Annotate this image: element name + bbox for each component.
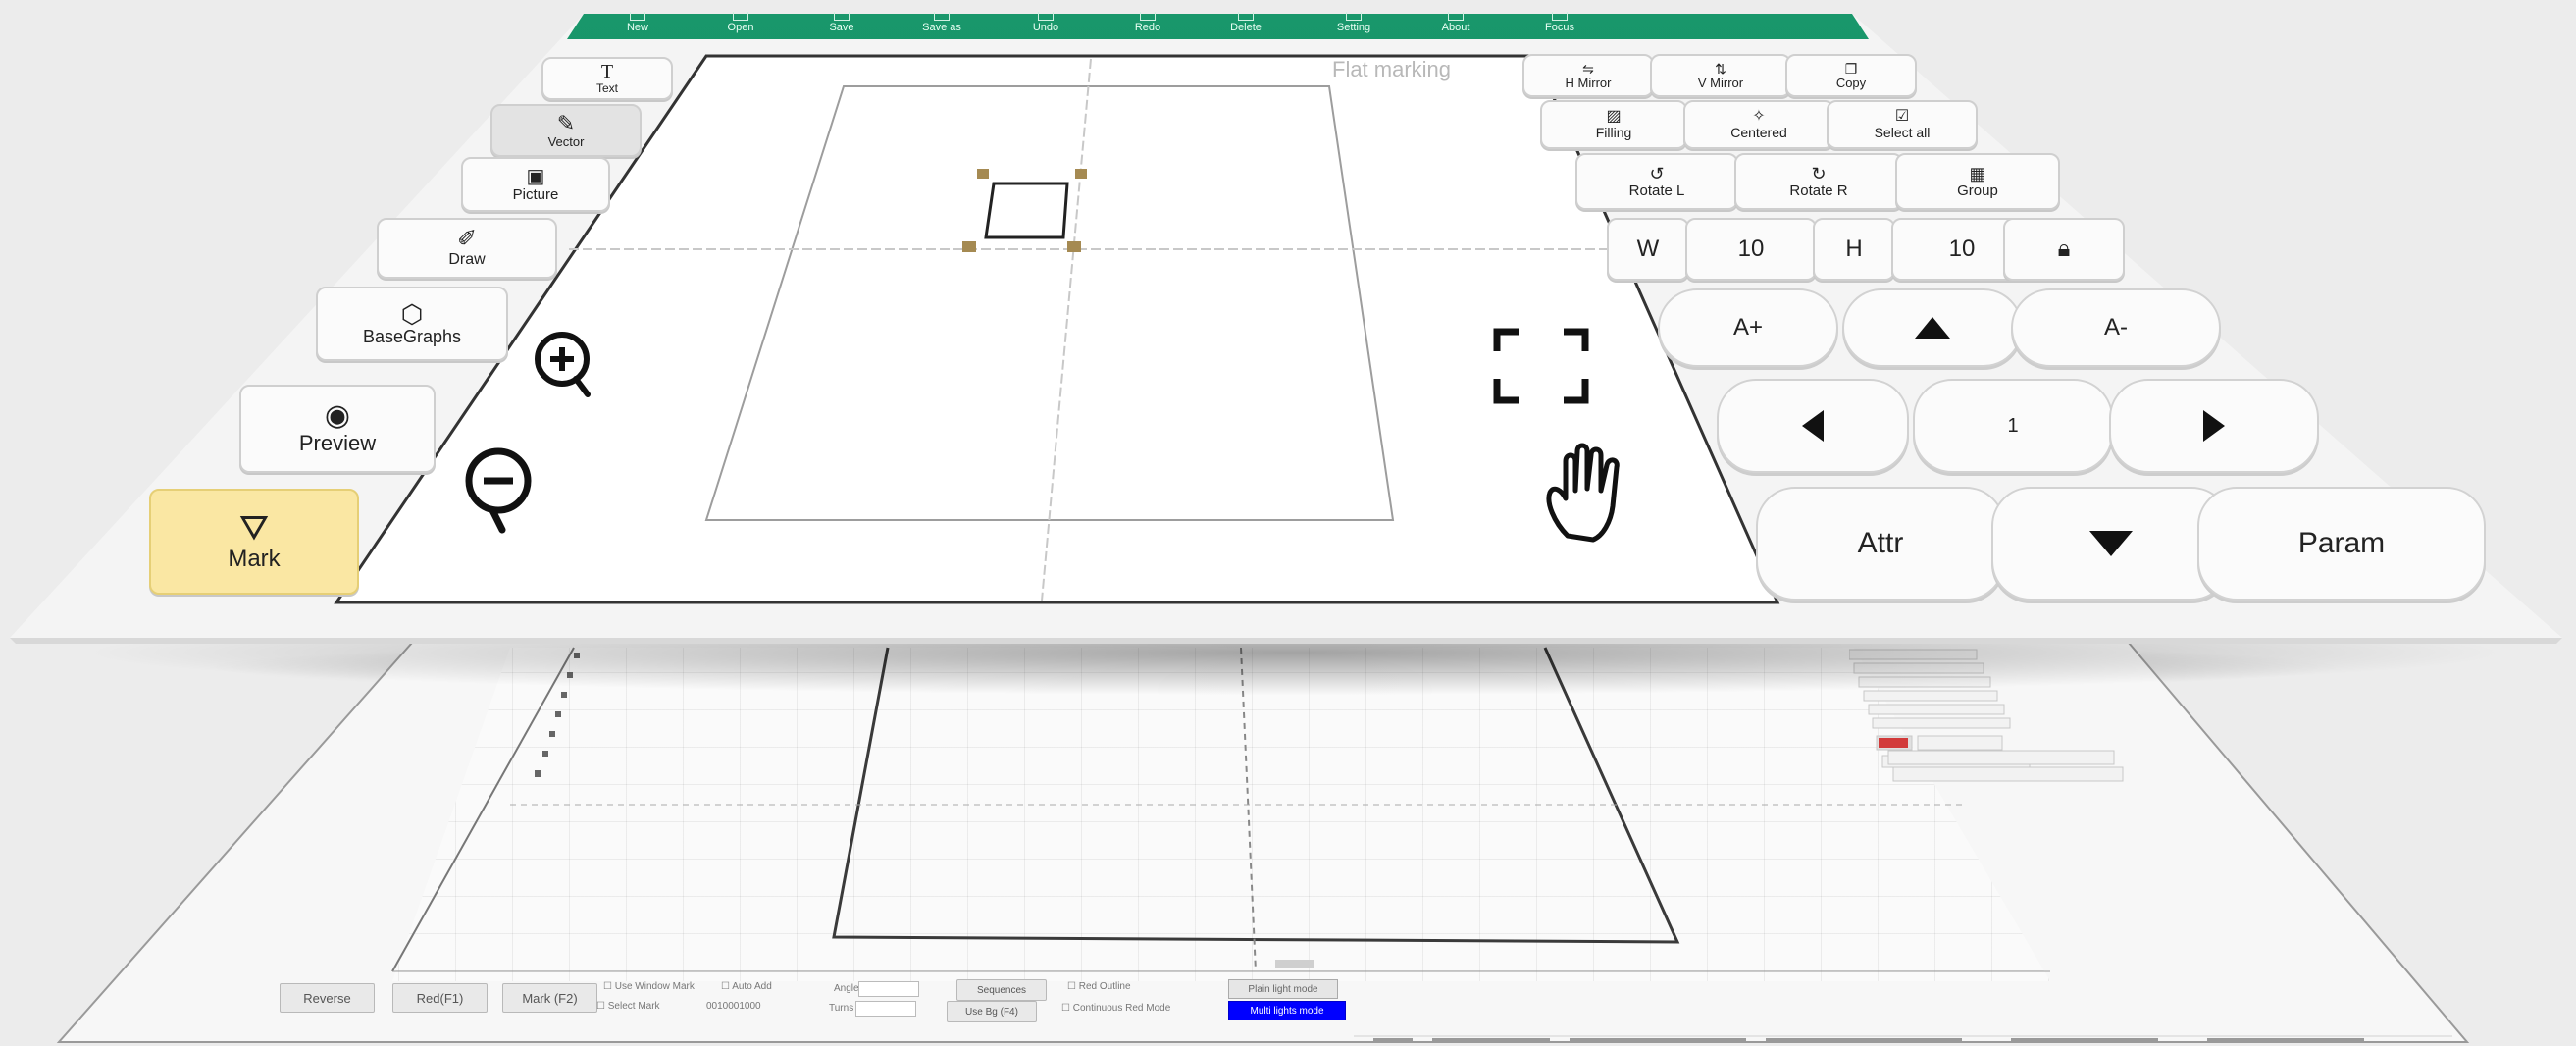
arrow-up-icon [1915,317,1950,339]
width-input[interactable]: 10 [1685,218,1817,281]
filling-icon: ▨ [1606,108,1622,125]
vector-icon: ✎ [556,110,576,135]
selection-handle [962,241,976,252]
picture-icon: ▣ [526,165,545,187]
draw-icon: ✐ [456,226,478,252]
arrow-down-icon [2089,531,2133,556]
zoom-in-icon[interactable] [525,324,613,402]
lock-icon: 🔒︎ [2057,235,2071,262]
height-value: 10 [1948,235,1976,262]
width-label: W [1636,235,1660,262]
basegraphs-icon: ⬡ [400,298,424,329]
move-left-button[interactable] [1717,379,1909,473]
copy-icon: ❐ [1844,60,1858,77]
centered-label: Centered [1730,125,1787,140]
h-mirror-label: H Mirror [1565,75,1612,90]
size-decrease-button[interactable]: A- [2011,288,2221,367]
copy-label: Copy [1835,75,1867,90]
height-label-box: H [1813,218,1895,281]
draw-button-label: Draw [448,251,486,268]
size-increase-label: A+ [1732,314,1764,340]
rotate-right-button[interactable]: ↻ Rotate R [1734,153,1903,210]
height-label: H [1845,235,1863,262]
step-value: 1 [2007,414,2019,437]
select-all-button[interactable]: ☑ Select all [1827,100,1978,149]
attr-label: Attr [1857,527,1904,559]
preview-button-label: Preview [298,431,377,455]
filling-label: Filling [1595,125,1632,140]
v-mirror-button[interactable]: ⇅ V Mirror [1650,54,1791,97]
rotate-left-label: Rotate L [1628,182,1685,199]
basegraphs-button-label: BaseGraphs [362,326,462,346]
rotate-left-icon: ↺ [1649,163,1665,183]
param-button[interactable]: Param [2197,487,2486,601]
rotate-left-button[interactable]: ↺ Rotate L [1575,153,1738,210]
rotate-right-icon: ↻ [1811,163,1827,183]
picture-button[interactable]: ▣ Picture [461,157,610,212]
attr-button[interactable]: Attr [1756,487,2005,601]
param-label: Param [2297,527,2386,559]
selection-handle [977,169,989,179]
width-value: 10 [1737,235,1765,262]
select-all-label: Select all [1874,125,1931,140]
move-up-button[interactable] [1842,288,2023,367]
lock-ratio-button[interactable]: 🔒︎ [2003,218,2125,281]
text-button[interactable]: T Text [541,57,673,100]
move-down-button[interactable] [1991,487,2231,601]
selection-handle [1075,169,1087,179]
selection-handle [1067,241,1081,252]
arrow-left-icon [1802,410,1824,442]
filling-button[interactable]: ▨ Filling [1540,100,1687,149]
copy-button[interactable]: ❐ Copy [1785,54,1917,97]
v-mirror-icon: ⇅ [1715,60,1726,77]
size-increase-button[interactable]: A+ [1658,288,1838,367]
rotate-right-label: Rotate R [1789,182,1848,199]
h-mirror-icon: ⇋ [1582,60,1594,77]
zoom-out-icon[interactable] [449,440,557,538]
pan-hand-icon[interactable] [1540,442,1648,549]
size-decrease-label: A- [2104,314,2128,340]
select-all-icon: ☑ [1894,108,1910,125]
canvas-mode-label: Flat marking [1332,57,1452,81]
arrow-right-icon [2203,410,2225,442]
draw-button[interactable]: ✐ Draw [377,218,557,279]
mark-button-label: Mark [228,546,281,572]
work-area-rect [704,85,1395,521]
preview-button[interactable]: ◉ Preview [239,385,436,473]
basegraphs-button[interactable]: ⬡ BaseGraphs [316,287,508,361]
selected-square-object [984,182,1069,239]
centered-icon: ✧ [1752,108,1766,125]
vector-button[interactable]: ✎ Vector [490,104,642,157]
group-icon: ▦ [1969,163,1986,183]
move-right-button[interactable] [2109,379,2319,473]
vector-button-label: Vector [547,133,585,149]
step-value-input[interactable]: 1 [1913,379,2113,473]
text-icon: T [600,61,614,82]
centered-button[interactable]: ✧ Centered [1683,100,1834,149]
preview-icon: ◉ [324,399,351,432]
fit-view-icon[interactable] [1491,324,1599,412]
group-button[interactable]: ▦ Group [1895,153,2060,210]
group-label: Group [1957,182,1998,199]
mark-button[interactable]: ⛛ Mark [149,489,359,595]
v-mirror-label: V Mirror [1697,75,1744,90]
h-mirror-button[interactable]: ⇋ H Mirror [1522,54,1654,97]
mark-laser-icon: ⛛ [238,507,270,548]
text-button-label: Text [595,81,618,95]
width-label-box: W [1607,218,1689,281]
picture-button-label: Picture [512,185,559,203]
